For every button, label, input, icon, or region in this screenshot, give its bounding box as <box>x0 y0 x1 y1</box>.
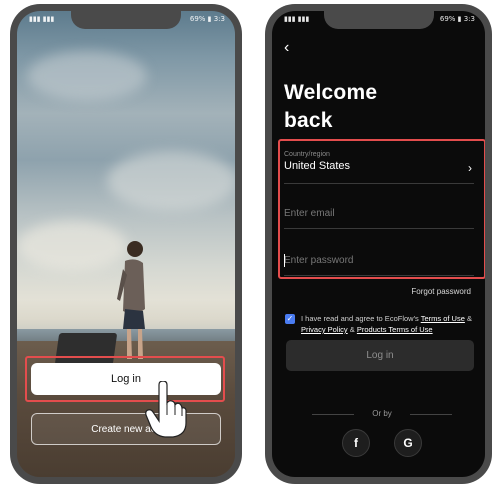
privacy-policy-link[interactable]: Privacy Policy <box>301 325 348 334</box>
phone-frame-left: ▮▮▮ ▮▮▮ 69% ▮ 3:3 Log in Create new acc <box>10 4 242 484</box>
status-bar-battery: 69% ▮ 3:3 <box>189 15 225 23</box>
phone-notch <box>71 11 181 29</box>
or-by-divider: Or by <box>312 409 452 418</box>
tap-hand-icon <box>145 381 187 438</box>
back-arrow-icon[interactable]: ‹ <box>284 40 298 56</box>
status-bar-signal: ▮▮▮ ▮▮▮ <box>284 15 310 23</box>
cloud <box>27 51 147 101</box>
login-button[interactable]: Log in <box>31 363 221 395</box>
status-bar-signal: ▮▮▮ ▮▮▮ <box>29 15 55 23</box>
terms-text: I have read and agree to EcoFlow's Terms… <box>301 313 481 335</box>
create-account-button[interactable]: Create new acc <box>31 413 221 445</box>
chevron-right-icon: › <box>468 161 472 175</box>
terms-checkbox[interactable]: ✓ <box>285 314 295 324</box>
forgot-password-link[interactable]: Forgot password <box>411 287 471 296</box>
login-screen: ▮▮▮ ▮▮▮ 69% ▮ 3:3 ‹ Welcome back Country… <box>272 11 485 477</box>
portable-power-station-image <box>54 333 118 365</box>
country-region-select[interactable]: Country/region United States › <box>284 149 474 184</box>
title-line-1: Welcome <box>284 81 378 104</box>
phone-notch <box>323 11 434 29</box>
cloud <box>107 151 235 211</box>
products-terms-link[interactable]: Products Terms of Use <box>357 325 433 334</box>
terms-of-use-link[interactable]: Terms of Use <box>421 314 465 323</box>
text-cursor <box>284 254 285 267</box>
email-placeholder: Enter email <box>284 208 335 219</box>
status-bar-battery: 69% ▮ 3:3 <box>439 15 475 23</box>
password-placeholder: Enter password <box>284 255 354 266</box>
country-region-label: Country/region <box>284 151 330 158</box>
phone-frame-right: ▮▮▮ ▮▮▮ 69% ▮ 3:3 ‹ Welcome back Country… <box>265 4 492 484</box>
google-icon: G <box>403 436 413 450</box>
password-field[interactable]: Enter password <box>284 245 474 276</box>
title-line-2: back <box>284 109 333 132</box>
terms-separator: & <box>464 314 472 323</box>
google-login-button[interactable]: G <box>394 429 422 457</box>
email-field[interactable]: Enter email <box>284 198 474 229</box>
country-region-value: United States <box>284 160 351 172</box>
facebook-login-button[interactable]: f <box>342 429 370 457</box>
facebook-icon: f <box>354 436 358 450</box>
terms-prefix: I have read and agree to EcoFlow's <box>301 314 421 323</box>
welcome-screen: ▮▮▮ ▮▮▮ 69% ▮ 3:3 Log in Create new acc <box>17 11 235 477</box>
page-title: Welcome back <box>284 79 464 135</box>
login-button[interactable]: Log in <box>286 340 474 371</box>
terms-separator: & <box>347 325 357 334</box>
